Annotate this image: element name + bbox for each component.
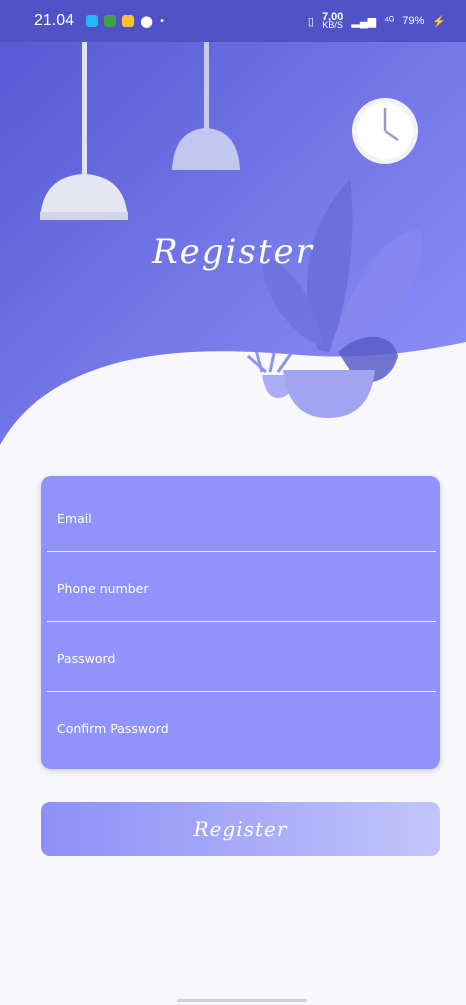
confirm-password-field-row bbox=[47, 692, 436, 762]
phone-field-row bbox=[47, 552, 436, 622]
battery-level: 79% bbox=[402, 15, 425, 27]
wall-clock-icon bbox=[352, 98, 418, 164]
email-field-row bbox=[47, 482, 436, 552]
telegram-icon bbox=[86, 15, 99, 27]
sheets-icon bbox=[104, 15, 117, 27]
network-type: ⁴ᴳ bbox=[384, 15, 395, 27]
register-button[interactable]: Register bbox=[41, 802, 440, 856]
network-speed: 7,00 KB/S bbox=[322, 12, 343, 30]
phone-number-field[interactable] bbox=[55, 580, 429, 597]
network-speed-unit: KB/S bbox=[322, 20, 343, 30]
home-indicator[interactable] bbox=[177, 999, 307, 1002]
password-field[interactable] bbox=[55, 650, 429, 667]
more-notifications-icon: • bbox=[159, 15, 166, 27]
status-bar: 21.04 ● • ▯ 7,00 KB/S ▂▄▆ ⁴ᴳ 79% ⚡ bbox=[0, 0, 466, 42]
password-field-row bbox=[47, 622, 436, 692]
register-form bbox=[41, 476, 440, 769]
hero-wave-background bbox=[0, 0, 466, 445]
page-title: Register bbox=[152, 232, 314, 272]
email-field[interactable] bbox=[55, 510, 429, 527]
confirm-password-field[interactable] bbox=[55, 720, 429, 737]
header-illustration bbox=[0, 0, 466, 445]
vibrate-icon: ▯ bbox=[307, 15, 314, 28]
charging-icon: ⚡ bbox=[432, 15, 446, 28]
notes-icon bbox=[122, 15, 135, 27]
status-time: 21.04 bbox=[34, 12, 75, 29]
search-notification-icon: ● bbox=[140, 12, 154, 30]
signal-icon: ▂▄▆ bbox=[351, 15, 377, 28]
